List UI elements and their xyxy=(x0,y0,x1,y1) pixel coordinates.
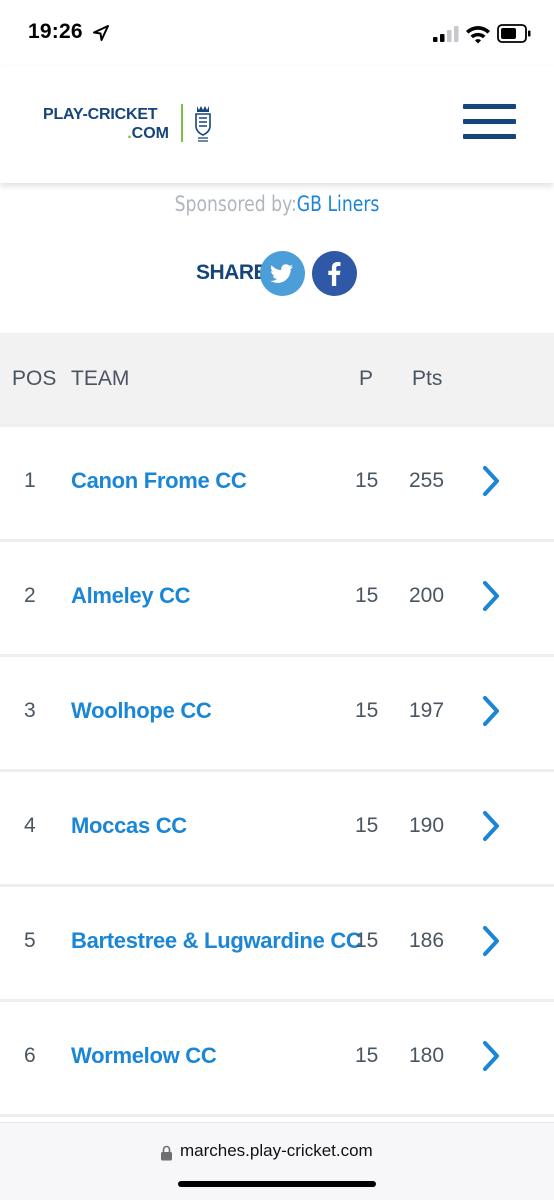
lock-icon xyxy=(161,1145,172,1161)
row-played: 15 xyxy=(355,1044,379,1067)
league-table-header: POS TEAM P Pts xyxy=(0,333,554,424)
row-played: 15 xyxy=(355,469,379,492)
battery-icon xyxy=(497,24,531,43)
chevron-right-icon[interactable] xyxy=(481,924,501,958)
play-cricket-logo[interactable]: PLAY-CRICKET .COM xyxy=(43,104,218,146)
row-played: 15 xyxy=(355,814,379,837)
share-label: SHARE xyxy=(196,261,268,284)
table-row[interactable]: 1 Canon Frome CC 15 255 xyxy=(0,424,554,539)
url-text[interactable]: marches.play-cricket.com xyxy=(180,1141,373,1161)
row-points: 197 xyxy=(409,699,445,722)
sponsor-label: Sponsored by: xyxy=(174,192,297,216)
table-row[interactable]: 6 Wormelow CC 15 180 xyxy=(0,999,554,1114)
status-time: 19:26 xyxy=(28,20,83,43)
row-points: 180 xyxy=(409,1044,445,1067)
row-points: 255 xyxy=(409,469,445,492)
row-team-link[interactable]: Almeley CC xyxy=(71,583,191,609)
row-played: 15 xyxy=(355,929,379,952)
location-arrow-icon xyxy=(93,25,109,41)
row-team-link[interactable]: Canon Frome CC xyxy=(71,468,247,494)
row-points: 200 xyxy=(409,584,445,607)
share-bar: SHARE xyxy=(196,251,366,297)
facebook-share-button[interactable] xyxy=(312,251,357,296)
logo-text-com: .COM xyxy=(43,125,169,143)
table-row[interactable]: 2 Almeley CC 15 200 xyxy=(0,539,554,654)
status-bar: 19:26 xyxy=(0,0,554,66)
menu-bar-top xyxy=(463,104,516,109)
row-position: 6 xyxy=(24,1044,36,1067)
row-points: 190 xyxy=(409,814,445,837)
row-position: 1 xyxy=(24,469,36,492)
row-position: 3 xyxy=(24,699,36,722)
menu-bar-bottom xyxy=(463,134,516,139)
hamburger-menu-icon[interactable] xyxy=(463,104,516,140)
twitter-icon xyxy=(270,264,293,283)
chevron-right-icon[interactable] xyxy=(481,694,501,728)
sponsor-line: Sponsored by:GB Liners xyxy=(50,192,504,216)
twitter-share-button[interactable] xyxy=(260,251,305,296)
row-played: 15 xyxy=(355,584,379,607)
cellular-signal-icon xyxy=(433,26,459,42)
row-position: 4 xyxy=(24,814,36,837)
table-row[interactable]: 3 Woolhope CC 15 197 xyxy=(0,654,554,769)
row-points: 186 xyxy=(409,929,445,952)
site-header: PLAY-CRICKET .COM xyxy=(0,66,554,183)
chevron-right-icon[interactable] xyxy=(481,809,501,843)
chevron-right-icon[interactable] xyxy=(481,1039,501,1073)
chevron-right-icon[interactable] xyxy=(481,464,501,498)
row-played: 15 xyxy=(355,699,379,722)
row-team-link[interactable]: Bartestree & Lugwardine CC xyxy=(71,928,362,954)
logo-com: COM xyxy=(131,125,169,142)
wifi-icon xyxy=(466,26,490,44)
table-row-partial xyxy=(0,1114,554,1122)
column-header-pos[interactable]: POS xyxy=(12,367,56,391)
table-row[interactable]: 5 Bartestree & Lugwardine CC 15 186 xyxy=(0,884,554,999)
column-header-played[interactable]: P xyxy=(359,367,373,391)
row-team-link[interactable]: Wormelow CC xyxy=(71,1043,217,1069)
menu-bar-middle xyxy=(463,119,516,124)
logo-text-play-cricket: PLAY-CRICKET xyxy=(43,106,158,123)
ecb-crest-icon xyxy=(195,106,211,142)
chevron-right-icon[interactable] xyxy=(481,579,501,613)
sponsor-link[interactable]: GB Liners xyxy=(297,192,380,216)
facebook-icon xyxy=(328,262,341,286)
column-header-points[interactable]: Pts xyxy=(412,367,442,391)
logo-divider xyxy=(181,104,183,142)
table-row[interactable]: 4 Moccas CC 15 190 xyxy=(0,769,554,884)
row-team-link[interactable]: Woolhope CC xyxy=(71,698,212,724)
row-team-link[interactable]: Moccas CC xyxy=(71,813,187,839)
browser-url-bar[interactable]: marches.play-cricket.com xyxy=(0,1122,554,1200)
column-header-team[interactable]: TEAM xyxy=(71,367,129,391)
row-position: 5 xyxy=(24,929,36,952)
home-indicator[interactable] xyxy=(178,1181,376,1187)
row-position: 2 xyxy=(24,584,36,607)
